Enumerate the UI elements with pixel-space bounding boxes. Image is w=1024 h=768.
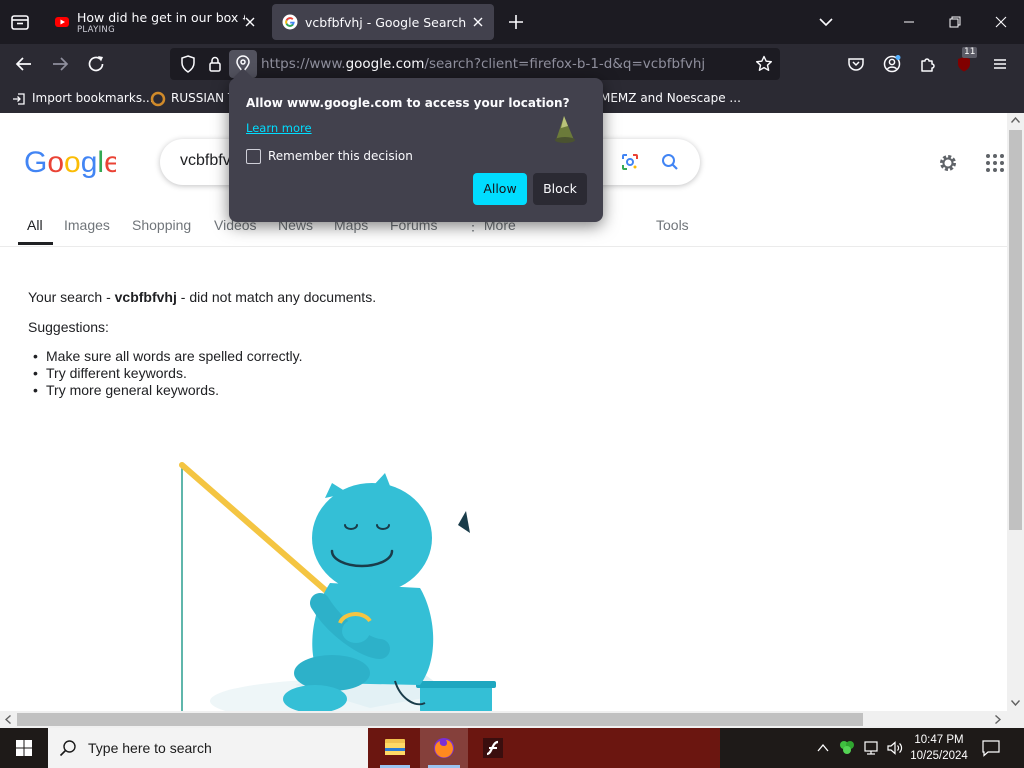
restore-window-icon[interactable] xyxy=(932,0,978,44)
bookmark-memz[interactable]: MEMZ and Noescape ... xyxy=(600,91,741,105)
tab-bar: How did he get in our box 😭🎸 PLAYING vcb… xyxy=(0,0,1024,44)
tab-images[interactable]: Images xyxy=(64,217,110,233)
scroll-down-arrow-icon[interactable] xyxy=(1011,700,1020,706)
bookmark-label: Import bookmarks... xyxy=(32,91,154,105)
bookmark-label: MEMZ and Noescape ... xyxy=(600,91,741,105)
scroll-right-arrow-icon[interactable] xyxy=(995,715,1001,724)
scroll-up-arrow-icon[interactable] xyxy=(1011,117,1020,123)
close-tab-icon[interactable] xyxy=(242,14,258,30)
suggestion-item: Try more general keywords. xyxy=(28,382,376,399)
url-text[interactable]: https://www.google.com/search?client=fir… xyxy=(261,56,705,72)
search-query-input[interactable]: vcbfbfv xyxy=(180,152,231,170)
hamburger-menu-icon[interactable] xyxy=(988,52,1012,76)
tray-app-icon[interactable] xyxy=(838,739,856,757)
youtube-icon xyxy=(54,14,70,30)
taskbar-search-placeholder: Type here to search xyxy=(88,740,212,756)
google-logo[interactable]: Google xyxy=(24,146,116,178)
tab-google-search[interactable]: vcbfbfvhj - Google Search xyxy=(272,4,494,40)
url-domain: google.com xyxy=(345,56,425,72)
import-icon xyxy=(12,92,26,106)
bookmark-russian[interactable]: RUSSIAN TI xyxy=(150,91,239,107)
active-tab-indicator xyxy=(18,242,53,245)
scroll-left-arrow-icon[interactable] xyxy=(5,715,11,724)
suggestion-item: Try different keywords. xyxy=(28,365,376,382)
google-apps-grid-icon[interactable] xyxy=(983,151,1007,175)
search-icon xyxy=(58,738,78,758)
file-explorer-icon[interactable] xyxy=(372,728,418,768)
minimize-window-icon[interactable] xyxy=(886,0,932,44)
firefox-view-icon[interactable] xyxy=(8,10,32,34)
no-results-suffix: - did not match any documents. xyxy=(176,289,377,305)
windows-taskbar: Type here to search 10:47 PM 10/25/2024 xyxy=(0,728,1024,768)
search-icon[interactable] xyxy=(658,150,682,174)
scrollbar-corner xyxy=(1007,711,1024,728)
tab-title: vcbfbfvhj - Google Search xyxy=(305,15,467,30)
bookmark-import[interactable]: Import bookmarks... xyxy=(12,91,154,105)
clock-date: 10/25/2024 xyxy=(910,750,968,762)
horizontal-scrollbar[interactable] xyxy=(0,711,1007,728)
clock-time: 10:47 PM xyxy=(914,734,964,746)
list-all-tabs-icon[interactable] xyxy=(814,10,838,34)
bookmark-star-icon[interactable] xyxy=(752,52,776,76)
taskbar-search-box[interactable]: Type here to search xyxy=(48,728,368,768)
no-results-query: vcbfbfvhj xyxy=(114,289,177,305)
firefox-taskbar-icon[interactable] xyxy=(420,728,468,768)
pocket-icon[interactable] xyxy=(844,52,868,76)
reload-icon[interactable] xyxy=(84,52,108,76)
new-tab-icon[interactable] xyxy=(504,10,528,34)
bookmark-favicon-icon xyxy=(150,91,166,107)
vertical-scroll-thumb[interactable] xyxy=(1009,130,1022,530)
vertical-scrollbar[interactable] xyxy=(1007,113,1024,711)
permission-message: Allow www.google.com to access your loca… xyxy=(246,96,570,110)
flash-player-icon[interactable] xyxy=(470,728,516,768)
notifications-icon[interactable] xyxy=(980,738,1002,758)
windows-logo-icon xyxy=(16,740,32,756)
tab-playing-label: PLAYING xyxy=(77,25,115,35)
tab-title: How did he get in our box 😭🎸 xyxy=(77,10,245,25)
svg-text:Google: Google xyxy=(24,146,116,178)
close-tab-icon[interactable] xyxy=(470,14,486,30)
tabs-divider xyxy=(0,246,1007,247)
ublock-extension-icon[interactable]: 11 xyxy=(952,47,978,76)
start-button[interactable] xyxy=(0,728,48,768)
account-icon[interactable] xyxy=(880,52,904,76)
url-bar[interactable]: https://www.google.com/search?client=fir… xyxy=(170,48,780,80)
show-hidden-icons-chevron-icon[interactable] xyxy=(815,740,831,756)
extensions-puzzle-icon[interactable] xyxy=(916,52,940,76)
network-icon[interactable] xyxy=(862,739,882,757)
tools-button[interactable]: Tools xyxy=(656,217,689,233)
lock-icon[interactable] xyxy=(203,52,227,76)
block-button[interactable]: Block xyxy=(533,173,587,205)
forward-icon[interactable] xyxy=(48,52,72,76)
close-window-icon[interactable] xyxy=(978,0,1024,44)
yeti-fishing-illustration xyxy=(120,453,520,711)
google-lens-icon[interactable] xyxy=(618,150,642,174)
no-results-prefix: Your search - xyxy=(28,289,115,305)
tracking-protection-shield-icon[interactable] xyxy=(176,52,200,76)
location-permission-popup: Allow www.google.com to access your loca… xyxy=(229,68,603,222)
page-icon xyxy=(554,114,578,144)
remember-decision-checkbox[interactable] xyxy=(246,149,261,164)
suggestion-item: Make sure all words are spelled correctl… xyxy=(28,348,376,365)
suggestions-label: Suggestions: xyxy=(28,319,109,335)
tab-youtube[interactable]: How did he get in our box 😭🎸 PLAYING xyxy=(44,4,266,40)
url-prefix: https://www. xyxy=(261,56,346,72)
tab-all[interactable]: All xyxy=(27,217,43,233)
tab-shopping[interactable]: Shopping xyxy=(132,217,191,233)
remember-decision-label: Remember this decision xyxy=(268,149,413,163)
url-path: /search?client=firefox-b-1-d&q=vcbfbfvhj xyxy=(424,56,706,72)
learn-more-link[interactable]: Learn more xyxy=(246,121,312,135)
suggestions-list: Make sure all words are spelled correctl… xyxy=(28,348,376,399)
settings-gear-icon[interactable] xyxy=(936,151,960,175)
no-results-text: Your search - vcbfbfvhj - did not match … xyxy=(28,289,376,305)
no-results-message: Your search - vcbfbfvhj - did not match … xyxy=(28,289,376,399)
extension-badge: 11 xyxy=(962,47,978,58)
back-icon[interactable] xyxy=(12,52,36,76)
volume-icon[interactable] xyxy=(885,739,905,757)
system-clock[interactable]: 10:47 PM 10/25/2024 xyxy=(908,732,970,764)
allow-button[interactable]: Allow xyxy=(473,173,527,205)
google-icon xyxy=(282,14,298,30)
horizontal-scroll-thumb[interactable] xyxy=(17,713,863,726)
